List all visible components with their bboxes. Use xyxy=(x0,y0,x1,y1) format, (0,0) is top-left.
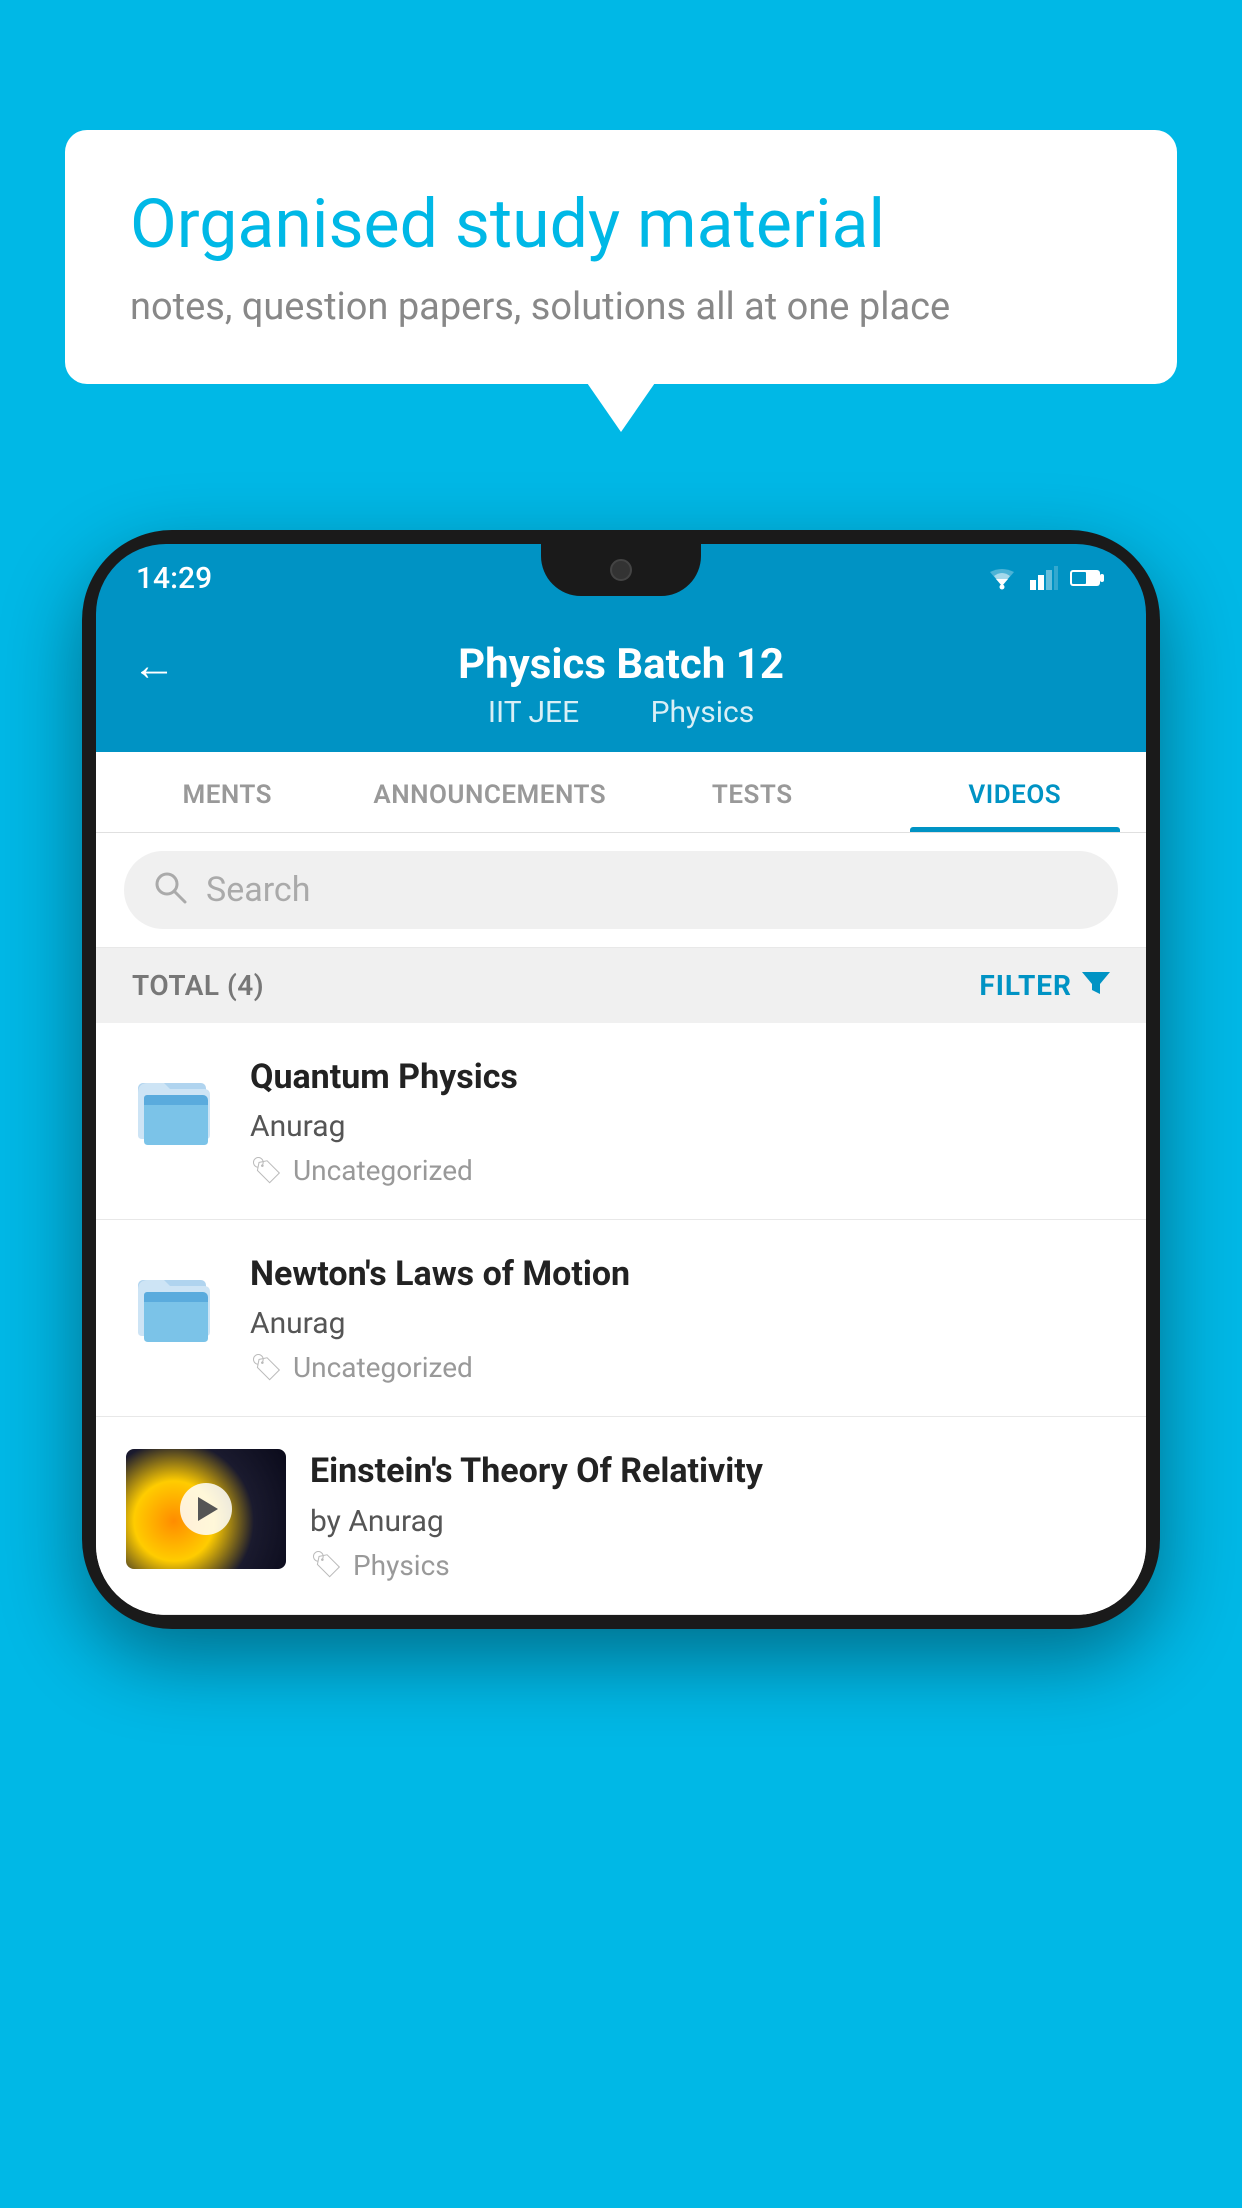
filter-icon xyxy=(1082,968,1110,1003)
filter-row: TOTAL (4) FILTER xyxy=(96,948,1146,1023)
status-bar: 14:29 xyxy=(96,544,1146,612)
video-info-3: Einstein's Theory Of Relativity by Anura… xyxy=(310,1449,1116,1581)
video-title-1: Quantum Physics xyxy=(250,1055,1116,1099)
phone-outer: 14:29 xyxy=(82,530,1160,1629)
video-author-1: Anurag xyxy=(250,1109,1116,1144)
search-bar-wrapper: Search xyxy=(96,833,1146,948)
video-author-3: by Anurag xyxy=(310,1504,1116,1539)
battery-icon xyxy=(1070,568,1106,588)
video-tag-2: 🏷 Uncategorized xyxy=(250,1351,1116,1384)
video-item-3[interactable]: Einstein's Theory Of Relativity by Anura… xyxy=(96,1417,1146,1614)
filter-button[interactable]: FILTER xyxy=(979,968,1110,1003)
folder-icon xyxy=(136,1065,216,1155)
speech-bubble: Organised study material notes, question… xyxy=(65,130,1177,384)
phone-mockup: 14:29 xyxy=(82,530,1160,1629)
tabs-bar: MENTS ANNOUNCEMENTS TESTS VIDEOS xyxy=(96,752,1146,833)
video-title-3: Einstein's Theory Of Relativity xyxy=(310,1449,1116,1493)
header-subtitle-iitjee: IIT JEE xyxy=(488,695,579,730)
search-icon xyxy=(152,869,188,911)
tab-tests[interactable]: TESTS xyxy=(621,752,884,832)
file-icon-newton xyxy=(126,1252,226,1362)
video-item-2[interactable]: Newton's Laws of Motion Anurag 🏷 Uncateg… xyxy=(96,1220,1146,1417)
tag-icon-1: 🏷 xyxy=(250,1156,283,1186)
camera-notch xyxy=(610,559,632,581)
bubble-title: Organised study material xyxy=(130,185,1112,263)
header-title: Physics Batch 12 xyxy=(458,640,784,689)
tag-icon-2: 🏷 xyxy=(250,1353,283,1383)
phone-screen: 14:29 xyxy=(96,544,1146,1615)
header-row: ← Physics Batch 12 xyxy=(132,640,1110,689)
video-item-1[interactable]: Quantum Physics Anurag 🏷 Uncategorized xyxy=(96,1023,1146,1220)
header-subtitle-physics: Physics xyxy=(651,695,755,730)
video-info-2: Newton's Laws of Motion Anurag 🏷 Uncateg… xyxy=(250,1252,1116,1384)
header-subtitle: IIT JEE Physics xyxy=(472,695,770,730)
video-info-1: Quantum Physics Anurag 🏷 Uncategorized xyxy=(250,1055,1116,1187)
back-button[interactable]: ← xyxy=(132,639,176,691)
search-bar[interactable]: Search xyxy=(124,851,1118,929)
speech-bubble-container: Organised study material notes, question… xyxy=(65,130,1177,384)
play-button[interactable] xyxy=(180,1483,232,1535)
video-title-2: Newton's Laws of Motion xyxy=(250,1252,1116,1296)
app-header: ← Physics Batch 12 IIT JEE Physics xyxy=(96,612,1146,752)
bubble-subtitle: notes, question papers, solutions all at… xyxy=(130,285,1112,329)
search-placeholder-text: Search xyxy=(206,870,310,910)
video-author-2: Anurag xyxy=(250,1306,1116,1341)
tab-announcements[interactable]: ANNOUNCEMENTS xyxy=(359,752,622,832)
signal-icon xyxy=(1030,566,1058,590)
file-icon-quantum xyxy=(126,1055,226,1165)
play-triangle-icon xyxy=(198,1497,218,1521)
tag-icon-3: 🏷 xyxy=(310,1550,343,1580)
folder-icon-2 xyxy=(136,1262,216,1352)
status-time: 14:29 xyxy=(136,561,212,596)
video-tag-3: 🏷 Physics xyxy=(310,1549,1116,1582)
total-count-label: TOTAL (4) xyxy=(132,969,264,1002)
tab-ments[interactable]: MENTS xyxy=(96,752,359,832)
video-list: Quantum Physics Anurag 🏷 Uncategorized xyxy=(96,1023,1146,1615)
video-tag-1: 🏷 Uncategorized xyxy=(250,1154,1116,1187)
status-icons xyxy=(986,566,1106,590)
tab-videos[interactable]: VIDEOS xyxy=(884,752,1147,832)
wifi-icon xyxy=(986,566,1018,590)
video-thumbnail-einstein xyxy=(126,1449,286,1569)
notch xyxy=(541,544,701,596)
